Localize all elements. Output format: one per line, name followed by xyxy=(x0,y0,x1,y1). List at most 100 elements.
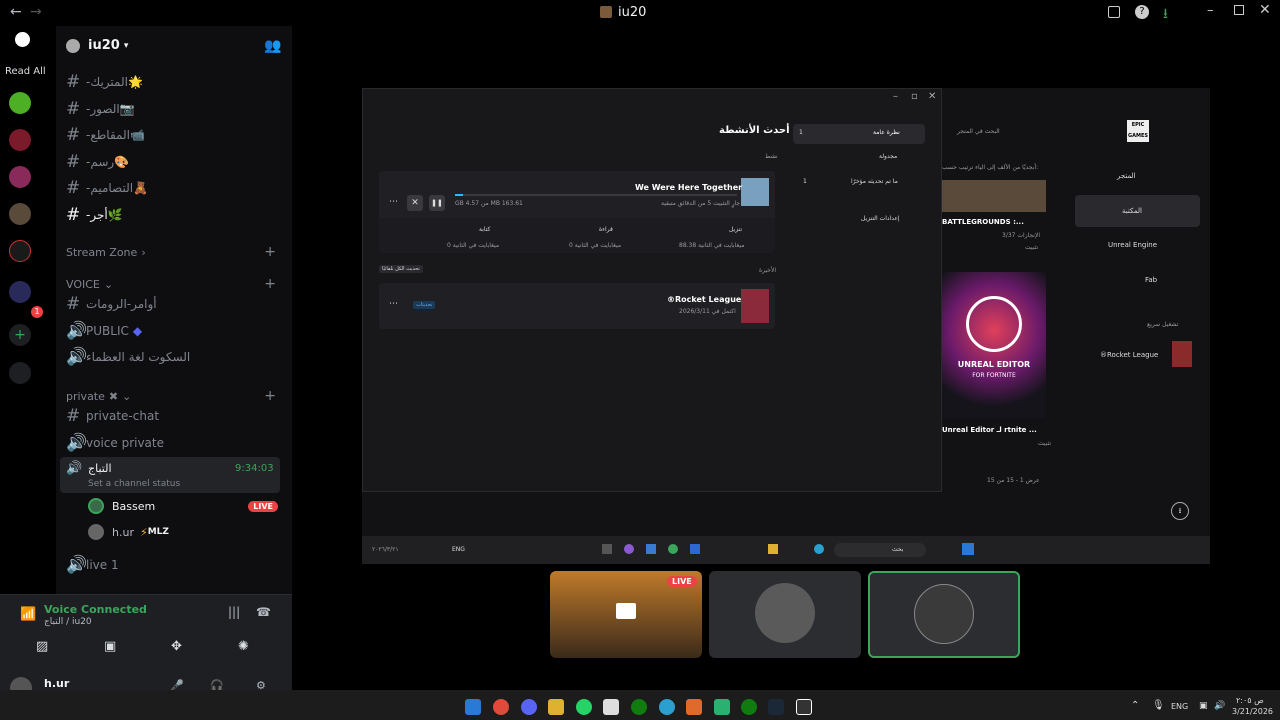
nav-library[interactable]: المكتبة xyxy=(1122,207,1142,215)
volume-icon[interactable]: 🔊 xyxy=(1214,701,1225,711)
completed-card[interactable]: ®Rocket League اكتمل في 2026/3/11 ⋯ تحدي… xyxy=(379,283,775,329)
add-channel-icon[interactable]: + xyxy=(264,276,276,292)
nav-recently-updated[interactable]: ما تم تحديثه مؤخرًا xyxy=(851,178,898,185)
nav-scheduled[interactable]: مجدولة xyxy=(879,153,897,160)
nav-download-settings[interactable]: إعدادات التنزيل xyxy=(861,215,900,222)
category-voice[interactable]: VOICE ⌄ + xyxy=(66,276,276,292)
app-icon[interactable] xyxy=(714,699,730,715)
camera-off-icon[interactable]: ▨ xyxy=(36,639,48,654)
server-icon-5[interactable] xyxy=(9,240,31,262)
app-icon[interactable] xyxy=(686,699,702,715)
game-thumbnail[interactable] xyxy=(1172,341,1192,367)
discover-icon[interactable] xyxy=(9,362,31,384)
minimize-icon[interactable]: – xyxy=(1207,3,1214,18)
battlegrounds-art[interactable] xyxy=(942,180,1046,212)
video-tile-speaking[interactable] xyxy=(868,571,1020,658)
file-explorer-icon[interactable] xyxy=(548,699,564,715)
network-icon[interactable]: ▣ xyxy=(1199,701,1208,711)
clock-time[interactable]: ص ٢:٠٥ xyxy=(1236,696,1264,705)
discord-icon[interactable] xyxy=(521,699,537,715)
voice-member[interactable]: h.ur ⚡ MLZ xyxy=(88,524,278,540)
server-icon-4[interactable] xyxy=(9,203,31,225)
voice-channel-item[interactable]: 🔊 السكوت لغة العظماء xyxy=(66,345,282,369)
telegram-icon[interactable] xyxy=(659,699,675,715)
taskbar-app-icon[interactable] xyxy=(690,544,700,554)
category-stream-zone[interactable]: Stream Zone › + xyxy=(66,244,276,260)
activities-icon[interactable]: ✥ xyxy=(171,639,182,654)
back-arrow-icon[interactable]: ← xyxy=(10,4,22,20)
nav-fab[interactable]: Fab xyxy=(1145,276,1157,284)
maximize-icon[interactable]: ▫ xyxy=(911,91,918,102)
disconnect-icon[interactable]: ☎ xyxy=(256,605,271,619)
channel-item[interactable]: # -المتريك 🌟 xyxy=(66,70,282,94)
download-icon[interactable]: ⭳ xyxy=(1163,3,1168,27)
unreal-art[interactable]: UNREAL EDITOR FOR FORTNITE xyxy=(942,272,1046,418)
clock-date[interactable]: 3/21/2026 xyxy=(1232,707,1273,716)
taskbar-app-icon[interactable] xyxy=(668,544,678,554)
download-card[interactable]: We Were Here Together GB 4.57 من MB 163.… xyxy=(379,171,775,253)
server-icon-1[interactable] xyxy=(9,92,31,114)
add-channel-icon[interactable]: + xyxy=(264,388,276,404)
minimize-icon[interactable]: – xyxy=(893,91,898,102)
taskbar-app-icon[interactable] xyxy=(624,544,634,554)
chrome-icon[interactable] xyxy=(493,699,509,715)
more-icon[interactable]: ⋯ xyxy=(389,299,398,309)
soundboard-icon[interactable]: ✺ xyxy=(238,639,249,654)
mic-icon[interactable]: 🎙 xyxy=(1152,700,1165,711)
voice-connected-sub[interactable]: التباج / iu20 xyxy=(44,617,92,627)
channel-item[interactable]: # -الصور 📷 xyxy=(66,97,282,121)
chevron-up-icon[interactable]: ⌃ xyxy=(1131,700,1139,711)
shared-screen[interactable]: EPIC GAMES المتجر المكتبة Unreal Engine … xyxy=(362,88,1210,564)
active-voice-channel[interactable]: 🔊 التباج 9:34:03 Set a channel status xyxy=(60,457,280,493)
noise-suppression-icon[interactable]: ||| xyxy=(228,605,240,619)
xbox-icon[interactable] xyxy=(631,699,647,715)
channel-item[interactable]: # -رسم 🎨 xyxy=(66,150,282,174)
add-channel-icon[interactable]: + xyxy=(264,244,276,260)
category-private[interactable]: private ✖ ⌄ + xyxy=(66,388,276,404)
taskbar-app-icon[interactable] xyxy=(602,544,612,554)
read-all-button[interactable]: Read All xyxy=(5,66,46,77)
add-server-icon[interactable]: + xyxy=(9,324,31,346)
channel-item[interactable]: # -المقاطع 📹 xyxy=(66,123,282,147)
game-title[interactable]: Unreal Editor لـ rtnite ... xyxy=(942,426,1037,434)
channel-status[interactable]: Set a channel status xyxy=(88,479,180,489)
voice-channel-item[interactable]: # أوامر-الرومات xyxy=(66,292,282,316)
store-search[interactable]: البحث في المتجر xyxy=(957,128,1000,135)
store-icon[interactable] xyxy=(603,699,619,715)
video-tile-stream[interactable]: LIVE xyxy=(550,571,702,658)
maximize-icon[interactable] xyxy=(1234,5,1244,15)
sort-row[interactable]: أبجديًا من الألف إلى الياء ترتيب حسب: xyxy=(942,164,1038,171)
channel-item[interactable]: # private-chat xyxy=(66,404,282,428)
cancel-button[interactable]: ✕ xyxy=(407,195,423,211)
screen-share-icon[interactable]: ▣ xyxy=(104,639,116,654)
pause-button[interactable]: ❚❚ xyxy=(429,195,445,211)
epic-games-icon[interactable] xyxy=(796,699,812,715)
more-icon[interactable]: ⋯ xyxy=(389,197,398,207)
nav-unreal-engine[interactable]: Unreal Engine xyxy=(1108,241,1157,249)
server-folder-icon[interactable] xyxy=(9,281,31,303)
server-icon-3[interactable] xyxy=(9,166,31,188)
server-icon-2[interactable] xyxy=(9,129,31,151)
install-link[interactable]: تثبيت xyxy=(1025,244,1038,251)
video-tile-user[interactable] xyxy=(709,571,861,658)
close-icon[interactable]: ✕ xyxy=(928,91,936,102)
nav-store[interactable]: المتجر xyxy=(1117,172,1136,180)
inner-search-box[interactable]: بحث xyxy=(834,543,926,557)
close-icon[interactable]: ✕ xyxy=(1259,2,1271,18)
quick-launch-game[interactable]: ®Rocket League xyxy=(1100,351,1158,359)
voice-member[interactable]: Bassem LIVE xyxy=(88,498,278,514)
server-header[interactable]: iu20 ▾ xyxy=(66,38,128,53)
voice-channel-item[interactable]: 🔊 voice private xyxy=(66,431,282,455)
install-link[interactable]: تثبيت xyxy=(1038,440,1051,447)
game-title[interactable]: BATTLEGROUNDS :... xyxy=(942,218,1024,226)
steam-icon[interactable] xyxy=(768,699,784,715)
dm-home-icon[interactable] xyxy=(15,32,30,47)
invite-icon[interactable]: 👥 xyxy=(264,38,281,54)
windows-start-icon[interactable] xyxy=(465,699,481,715)
forward-arrow-icon[interactable]: → xyxy=(30,4,42,20)
taskbar-app-icon[interactable] xyxy=(814,544,824,554)
whatsapp-icon[interactable] xyxy=(576,699,592,715)
windows-start-icon[interactable] xyxy=(962,543,974,555)
voice-channel-item[interactable]: 🔊 live 1 xyxy=(66,553,282,577)
taskbar-app-icon[interactable] xyxy=(768,544,778,554)
